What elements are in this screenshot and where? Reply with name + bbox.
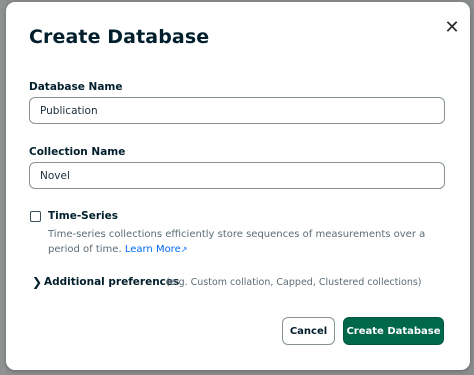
time-series-checkbox[interactable] [30, 211, 41, 222]
collection-name-label: Collection Name [29, 146, 126, 158]
create-database-button[interactable]: Create Database [343, 317, 444, 345]
external-link-icon: ↗ [180, 245, 188, 254]
database-name-label: Database Name [29, 81, 123, 93]
additional-preferences-toggle[interactable]: Additional preferences [44, 276, 179, 288]
dialog-title: Create Database [29, 26, 210, 48]
cancel-button[interactable]: Cancel [282, 317, 335, 345]
additional-preferences-note: (e.g. Custom collation, Capped, Clustere… [166, 277, 422, 288]
time-series-description: Time-series collections efficiently stor… [48, 227, 448, 257]
collection-name-input[interactable] [29, 162, 445, 189]
close-icon[interactable]: ✕ [442, 18, 462, 38]
learn-more-link[interactable]: Learn More↗ [125, 244, 188, 255]
chevron-right-icon[interactable]: ❯ [32, 275, 42, 289]
time-series-description-text: Time-series collections efficiently stor… [48, 229, 426, 255]
create-database-dialog: ✕ Create Database Database Name Collecti… [6, 2, 470, 370]
database-name-input[interactable] [29, 97, 445, 124]
time-series-label[interactable]: Time-Series [48, 210, 118, 222]
